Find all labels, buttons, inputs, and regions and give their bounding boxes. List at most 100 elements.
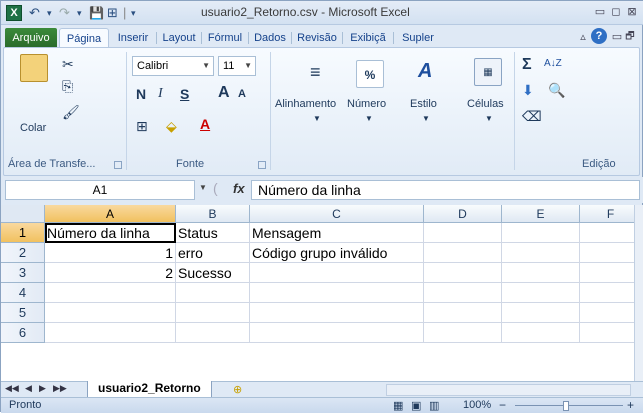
sheet-tab-usuario2-retorno[interactable]: usuario2_Retorno <box>87 381 212 398</box>
cell-b4[interactable] <box>176 283 250 303</box>
shrink-font-button[interactable]: A <box>238 88 246 100</box>
cell-d6[interactable] <box>424 323 502 343</box>
tab-arquivo[interactable]: Arquivo <box>5 28 57 48</box>
cell-b6[interactable] <box>176 323 250 343</box>
horizontal-scrollbar[interactable] <box>386 384 631 396</box>
paste-icon[interactable] <box>20 54 48 82</box>
chevron-down-icon[interactable]: ▼ <box>199 183 207 192</box>
row-header-6[interactable]: 6 <box>1 323 45 343</box>
cell-b1[interactable]: Status <box>176 223 250 243</box>
workbook-minimize-icon[interactable]: ▭ <box>610 29 624 45</box>
clear-icon[interactable]: ⌫ <box>522 108 542 125</box>
row-header-5[interactable]: 5 <box>1 303 45 323</box>
tab-dados[interactable]: Dados <box>250 28 290 48</box>
formula-input[interactable]: Número da linha <box>251 180 640 200</box>
cell-e5[interactable] <box>502 303 580 323</box>
close-icon[interactable]: ⊠ <box>625 4 639 20</box>
cell-e1[interactable] <box>502 223 580 243</box>
insert-function-icon[interactable]: fx <box>233 181 245 196</box>
last-sheet-icon[interactable]: ▶▶ <box>53 383 67 394</box>
cell-b2[interactable]: erro <box>176 243 250 263</box>
cell-d1[interactable] <box>424 223 502 243</box>
alignment-icon[interactable]: ≡ <box>310 62 321 83</box>
column-header-c[interactable]: C <box>250 205 424 223</box>
bold-button[interactable]: N <box>136 86 146 102</box>
collapse-ribbon-icon[interactable]: ▵ <box>576 29 590 45</box>
tab-suplementos[interactable]: Supler <box>395 28 441 48</box>
styles-icon[interactable]: A <box>418 60 432 83</box>
cell-e6[interactable] <box>502 323 580 343</box>
normal-view-icon[interactable]: ▦ <box>393 399 403 412</box>
undo-dropdown-icon[interactable]: ▾ <box>47 4 52 22</box>
customize-qat-icon[interactable]: ⊞ <box>107 4 118 22</box>
workbook-restore-icon[interactable]: 🗗 <box>623 29 637 45</box>
cells-icon[interactable]: ▦ <box>474 58 502 86</box>
cell-e2[interactable] <box>502 243 580 263</box>
styles-button-label[interactable]: Estilo <box>410 98 437 110</box>
cell-a5[interactable] <box>45 303 176 323</box>
tab-revisao[interactable]: Revisão <box>293 28 341 48</box>
excel-logo-icon[interactable]: X <box>6 5 22 21</box>
alignment-button-label[interactable]: Alinhamento <box>275 98 336 110</box>
cell-e3[interactable] <box>502 263 580 283</box>
page-layout-view-icon[interactable]: ▣ <box>411 399 421 412</box>
zoom-in-button[interactable]: + <box>627 398 634 412</box>
cell-d2[interactable] <box>424 243 502 263</box>
page-break-view-icon[interactable]: ▥ <box>429 399 439 412</box>
font-name-select[interactable]: Calibri ▼ <box>132 56 214 76</box>
prev-sheet-icon[interactable]: ◀ <box>25 383 32 394</box>
restore-icon[interactable]: ◻ <box>609 4 623 20</box>
cell-b5[interactable] <box>176 303 250 323</box>
select-all-corner[interactable] <box>1 205 45 223</box>
qat-dropdown-icon[interactable]: ▾ <box>131 4 136 22</box>
minimize-icon[interactable]: ▭ <box>593 4 607 20</box>
cell-d4[interactable] <box>424 283 502 303</box>
cell-a2[interactable]: 1 <box>45 243 176 263</box>
copy-icon[interactable]: ⎘ <box>62 78 73 95</box>
cell-f1[interactable] <box>580 223 634 243</box>
zoom-out-button[interactable]: − <box>499 398 506 412</box>
fill-icon[interactable]: ⬇ <box>522 82 534 99</box>
next-sheet-icon[interactable]: ▶ <box>39 383 46 394</box>
paste-button-label[interactable]: Colar <box>20 122 46 134</box>
tab-exibicao[interactable]: Exibiçã <box>344 28 392 48</box>
insert-sheet-icon[interactable]: ⊕ <box>233 383 242 396</box>
grow-font-button[interactable]: A <box>218 84 230 102</box>
save-icon[interactable]: 💾 <box>89 4 104 22</box>
redo-icon[interactable]: ↷ <box>59 4 70 22</box>
cell-d5[interactable] <box>424 303 502 323</box>
cell-e4[interactable] <box>502 283 580 303</box>
cell-c2[interactable]: Código grupo inválido <box>250 243 424 263</box>
cell-f2[interactable] <box>580 243 634 263</box>
number-format-icon[interactable]: % <box>356 60 384 88</box>
find-select-icon[interactable]: 🔍 <box>548 82 565 99</box>
cell-b3[interactable]: Sucesso <box>176 263 250 283</box>
column-header-a[interactable]: A <box>45 205 176 223</box>
fill-color-icon[interactable]: ⬙ <box>166 118 177 135</box>
autosum-icon[interactable]: Σ <box>522 56 532 74</box>
column-header-f[interactable]: F <box>580 205 634 223</box>
column-header-b[interactable]: B <box>176 205 250 223</box>
zoom-slider[interactable] <box>515 405 623 406</box>
row-header-2[interactable]: 2 <box>1 243 45 263</box>
cell-a1[interactable]: Número da linha <box>45 223 176 243</box>
column-header-d[interactable]: D <box>424 205 502 223</box>
undo-icon[interactable]: ↶ <box>29 4 40 22</box>
help-icon[interactable]: ? <box>591 28 607 44</box>
sort-filter-icon[interactable]: A↓Z <box>544 58 562 69</box>
cell-f6[interactable] <box>580 323 634 343</box>
cell-c5[interactable] <box>250 303 424 323</box>
font-color-icon[interactable]: A <box>200 116 210 132</box>
row-header-4[interactable]: 4 <box>1 283 45 303</box>
cut-icon[interactable]: ✂ <box>62 56 74 73</box>
cell-f4[interactable] <box>580 283 634 303</box>
name-box[interactable]: A1 <box>5 180 195 200</box>
redo-dropdown-icon[interactable]: ▾ <box>77 4 82 22</box>
row-header-3[interactable]: 3 <box>1 263 45 283</box>
column-header-e[interactable]: E <box>502 205 580 223</box>
zoom-slider-thumb[interactable] <box>563 401 569 411</box>
vertical-scrollbar[interactable] <box>634 205 643 381</box>
cell-a4[interactable] <box>45 283 176 303</box>
cell-a3[interactable]: 2 <box>45 263 176 283</box>
borders-icon[interactable]: ⊞ <box>136 118 148 135</box>
